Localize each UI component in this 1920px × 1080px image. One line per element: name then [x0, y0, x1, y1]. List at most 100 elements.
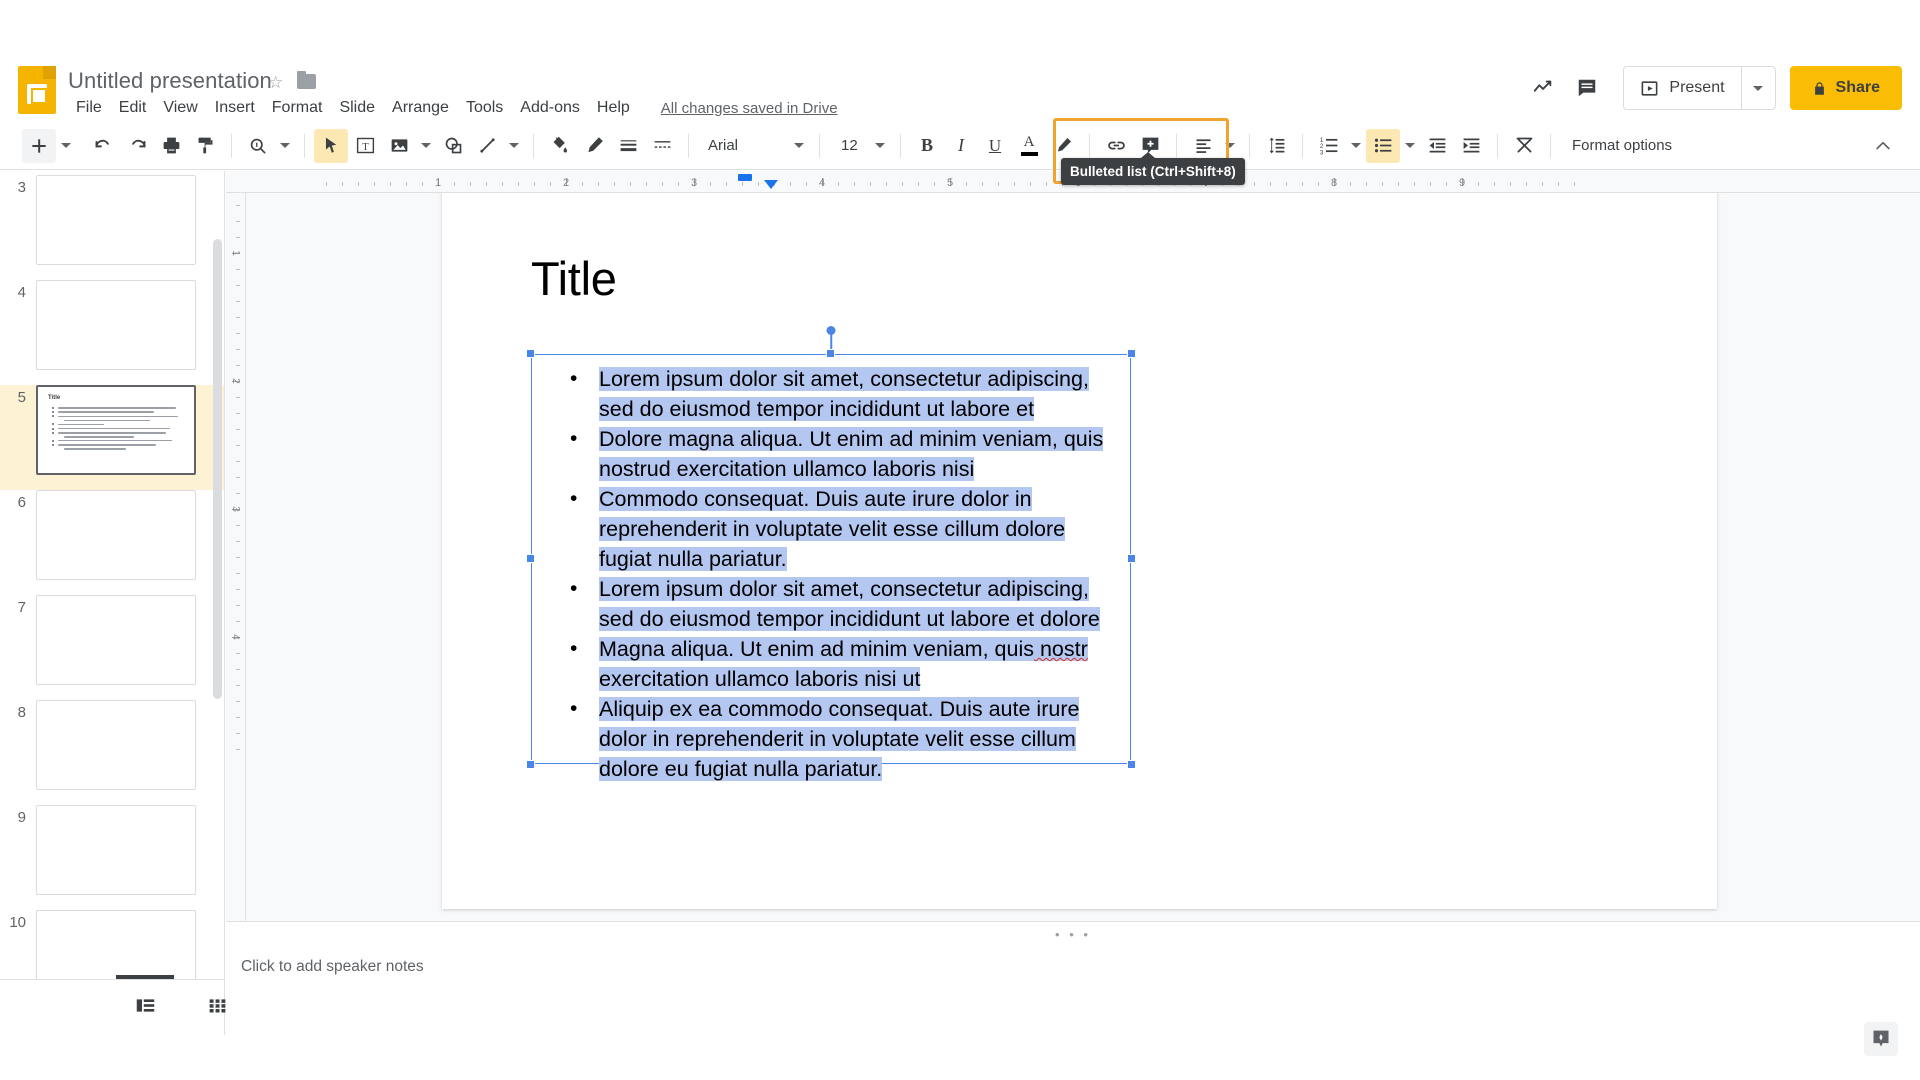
- resize-handle-e[interactable]: [1127, 554, 1136, 563]
- fill-color-button[interactable]: [543, 129, 577, 163]
- filmstrip-slide-3[interactable]: 3: [0, 175, 224, 280]
- resize-handle-sw[interactable]: [526, 760, 535, 769]
- bullet-text[interactable]: Lorem ipsum dolor sit amet, consectetur …: [599, 574, 1100, 634]
- decrease-indent-button[interactable]: [1420, 129, 1454, 163]
- print-button[interactable]: [154, 129, 188, 163]
- menu-item-file[interactable]: File: [68, 96, 110, 120]
- present-dropdown-caret[interactable]: [1740, 67, 1775, 109]
- undo-button[interactable]: [86, 129, 120, 163]
- resize-handle-w[interactable]: [526, 554, 535, 563]
- document-title[interactable]: Untitled presentation: [68, 68, 272, 94]
- italic-button[interactable]: I: [944, 129, 978, 163]
- bulleted-list-button[interactable]: [1366, 128, 1400, 163]
- bullet-text[interactable]: Lorem ipsum dolor sit amet, consectetur …: [599, 364, 1089, 424]
- bullet-item[interactable]: • Magna aliqua. Ut enim ad minim veniam, …: [553, 634, 1113, 694]
- slide-thumbnail[interactable]: Title: [36, 385, 196, 475]
- select-cursor-button[interactable]: [314, 128, 348, 163]
- text-color-button[interactable]: A: [1012, 129, 1046, 163]
- slide-filmstrip[interactable]: 3 4 5 Title 6 7 8 9 10: [0, 171, 225, 979]
- filmstrip-slide-9[interactable]: 9: [0, 805, 224, 910]
- filmstrip-slide-10[interactable]: 10: [0, 910, 224, 979]
- menu-item-addons[interactable]: Add-ons: [512, 96, 588, 120]
- slide-thumbnail[interactable]: [36, 490, 196, 580]
- insert-image-button[interactable]: [382, 129, 416, 163]
- resize-handle-n[interactable]: [826, 349, 835, 358]
- line-dropdown-caret[interactable]: [504, 129, 524, 163]
- current-slide[interactable]: Title • Lorem ipsum dolor sit amet, conse…: [442, 193, 1717, 909]
- present-button[interactable]: Present: [1624, 67, 1740, 109]
- numbered-list-dropdown-caret[interactable]: [1346, 129, 1366, 163]
- format-options-button[interactable]: Format options: [1560, 130, 1684, 161]
- bullet-text[interactable]: Commodo consequat. Duis aute irure dolor…: [599, 484, 1066, 574]
- star-icon[interactable]: ☆: [268, 73, 283, 93]
- increase-indent-button[interactable]: [1454, 129, 1488, 163]
- filmstrip-slide-5[interactable]: 5 Title: [0, 385, 224, 490]
- bullet-item[interactable]: • Lorem ipsum dolor sit amet, consectetur…: [553, 574, 1113, 634]
- resize-handle-ne[interactable]: [1127, 349, 1136, 358]
- slide-thumbnail[interactable]: [36, 595, 196, 685]
- paint-format-button[interactable]: [188, 129, 222, 163]
- first-line-indent-marker[interactable]: [738, 174, 752, 181]
- filmstrip-slide-6[interactable]: 6: [0, 490, 224, 595]
- underline-button[interactable]: U: [978, 129, 1012, 163]
- bulleted-list-dropdown-caret[interactable]: [1400, 129, 1420, 163]
- new-slide-dropdown-caret[interactable]: [56, 129, 76, 163]
- menu-item-arrange[interactable]: Arrange: [384, 96, 457, 120]
- font-family-select[interactable]: Arial: [698, 129, 810, 163]
- bullet-text[interactable]: Dolore magna aliqua. Ut enim ad minim ve…: [599, 424, 1104, 484]
- line-spacing-button[interactable]: [1259, 129, 1293, 163]
- share-button[interactable]: Share: [1789, 66, 1902, 110]
- explore-button[interactable]: [1864, 1022, 1898, 1056]
- notes-resize-grip[interactable]: • • •: [1055, 927, 1091, 942]
- comments-icon[interactable]: [1565, 66, 1609, 110]
- clear-formatting-button[interactable]: [1507, 129, 1541, 163]
- zoom-button[interactable]: [241, 129, 275, 163]
- bullet-item[interactable]: • Dolore magna aliqua. Ut enim ad minim v…: [553, 424, 1113, 484]
- slide-thumbnail[interactable]: [36, 910, 196, 979]
- activity-chart-icon[interactable]: [1521, 66, 1565, 110]
- rotation-handle[interactable]: [826, 326, 836, 335]
- bullet-item[interactable]: • Commodo consequat. Duis aute irure dolo…: [553, 484, 1113, 574]
- menu-item-format[interactable]: Format: [264, 96, 331, 120]
- filmstrip-slide-8[interactable]: 8: [0, 700, 224, 805]
- bold-button[interactable]: B: [910, 129, 944, 163]
- filmstrip-scrollbar[interactable]: [213, 239, 222, 699]
- slide-thumbnail[interactable]: [36, 175, 196, 265]
- slide-title[interactable]: Title: [531, 251, 617, 306]
- left-indent-marker[interactable]: [764, 180, 778, 189]
- slide-thumbnail[interactable]: [36, 805, 196, 895]
- border-dash-button[interactable]: [645, 129, 679, 163]
- bullet-item[interactable]: • Aliquip ex ea commodo consequat. Duis a…: [553, 694, 1113, 784]
- resize-handle-nw[interactable]: [526, 349, 535, 358]
- line-button[interactable]: [470, 129, 504, 163]
- bulleted-list[interactable]: • Lorem ipsum dolor sit amet, consectetur…: [553, 364, 1113, 784]
- bullet-item[interactable]: • Lorem ipsum dolor sit amet, consectetur…: [553, 364, 1113, 424]
- new-slide-button[interactable]: [22, 128, 56, 163]
- save-status[interactable]: All changes saved in Drive: [661, 100, 838, 117]
- menu-item-edit[interactable]: Edit: [111, 96, 155, 120]
- speaker-notes-pane[interactable]: • • • Click to add speaker notes: [226, 921, 1920, 1080]
- menu-item-help[interactable]: Help: [589, 96, 638, 120]
- text-box-button[interactable]: T: [348, 129, 382, 163]
- border-color-button[interactable]: [577, 129, 611, 163]
- menu-item-tools[interactable]: Tools: [458, 96, 511, 120]
- zoom-dropdown-caret[interactable]: [275, 129, 295, 163]
- move-to-folder-icon[interactable]: [297, 71, 316, 89]
- vertical-ruler[interactable]: 1 2 3 4: [226, 193, 246, 921]
- bullet-text[interactable]: Magna aliqua. Ut enim ad minim veniam, q…: [599, 634, 1088, 694]
- border-weight-button[interactable]: [611, 129, 645, 163]
- font-size-select[interactable]: 12: [829, 129, 891, 163]
- slide-thumbnail[interactable]: [36, 700, 196, 790]
- filmstrip-slide-4[interactable]: 4: [0, 280, 224, 385]
- redo-button[interactable]: [120, 129, 154, 163]
- numbered-list-button[interactable]: 1 2 3: [1312, 129, 1346, 163]
- menu-item-view[interactable]: View: [155, 96, 205, 120]
- shape-button[interactable]: [436, 129, 470, 163]
- bullet-text[interactable]: Aliquip ex ea commodo consequat. Duis au…: [599, 694, 1080, 784]
- resize-handle-se[interactable]: [1127, 760, 1136, 769]
- collapse-toolbar-button[interactable]: [1866, 129, 1900, 163]
- menu-item-slide[interactable]: Slide: [331, 96, 383, 120]
- selected-text-box[interactable]: • Lorem ipsum dolor sit amet, consectetur…: [526, 326, 1136, 781]
- slide-canvas-area[interactable]: Title • Lorem ipsum dolor sit amet, conse…: [246, 193, 1920, 921]
- image-dropdown-caret[interactable]: [416, 129, 436, 163]
